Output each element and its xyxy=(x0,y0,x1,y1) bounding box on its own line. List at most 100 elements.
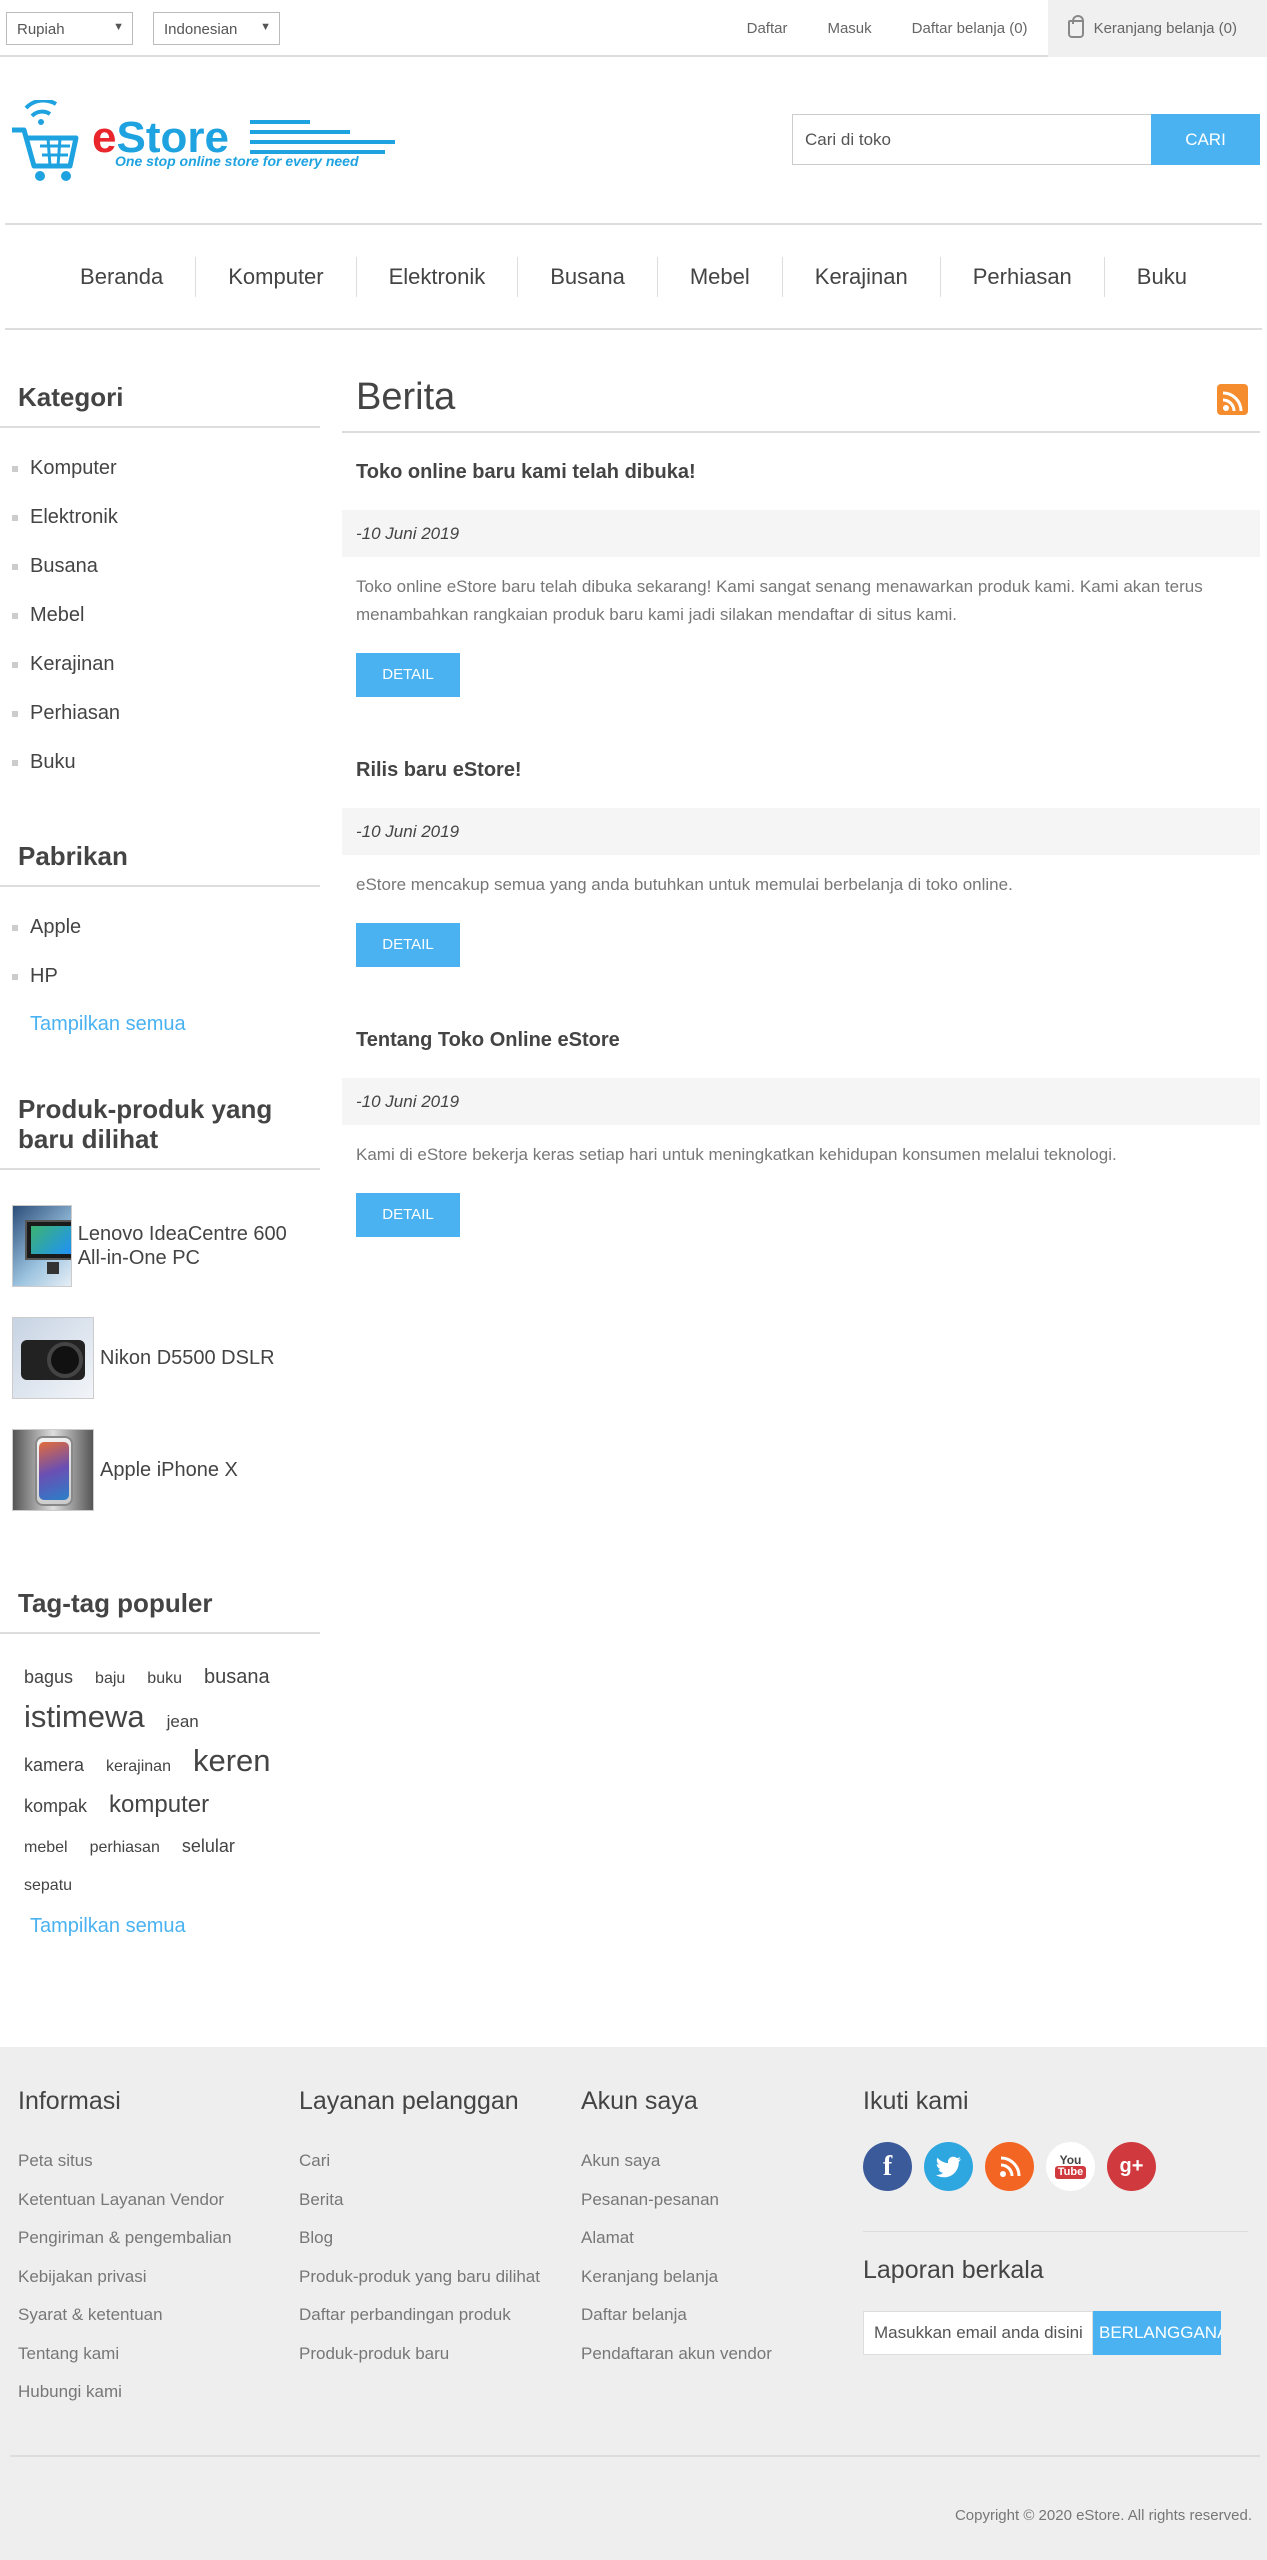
manufacturers-list: Apple HP xyxy=(0,887,320,1001)
search-input[interactable] xyxy=(792,114,1151,165)
tag-item[interactable]: kerajinan xyxy=(106,1748,171,1786)
newsletter-section: Laporan berkala BERLANGGANAN xyxy=(863,2231,1248,2355)
page-title-text: Berita xyxy=(356,376,456,418)
tag-item[interactable]: komputer xyxy=(109,1786,209,1824)
main-content: Berita Toko online baru kami telah dibuk… xyxy=(342,370,1260,1237)
menu-item-kerajinan[interactable]: Kerajinan xyxy=(781,256,940,297)
rss-icon[interactable] xyxy=(1217,384,1248,415)
news-detail-button[interactable]: DETAIL xyxy=(356,653,460,697)
footer-link[interactable]: Cari xyxy=(299,2142,540,2181)
menu-item-buku[interactable]: Buku xyxy=(1103,256,1219,297)
login-link[interactable]: Masuk xyxy=(827,20,871,37)
recently-viewed-title: Produk-produk yang baru dilihat xyxy=(0,1082,320,1170)
search-box: CARI xyxy=(792,114,1260,165)
footer-link[interactable]: Daftar belanja xyxy=(581,2296,772,2335)
footer-link[interactable]: Pesanan-pesanan xyxy=(581,2181,772,2220)
category-item[interactable]: Komputer xyxy=(0,444,320,493)
tag-item[interactable]: buku xyxy=(147,1660,182,1698)
footer-link[interactable]: Syarat & ketentuan xyxy=(18,2296,232,2335)
news-item: Toko online baru kami telah dibuka! -10 … xyxy=(342,461,1260,697)
shopping-cart-link[interactable]: Keranjang belanja (0) xyxy=(1047,0,1267,57)
menu-item-beranda[interactable]: Beranda xyxy=(48,257,195,297)
news-title[interactable]: Toko online baru kami telah dibuka! xyxy=(342,461,1260,484)
footer-link[interactable]: Akun saya xyxy=(581,2142,772,2181)
language-selector[interactable]: Indonesian ▼ xyxy=(153,12,280,45)
menu-item-perhiasan[interactable]: Perhiasan xyxy=(939,256,1104,297)
category-item[interactable]: Kerajinan xyxy=(0,640,320,689)
footer-link[interactable]: Pendaftaran akun vendor xyxy=(581,2335,772,2374)
category-item[interactable]: Elektronik xyxy=(0,493,320,542)
tag-item[interactable]: kamera xyxy=(24,1746,84,1784)
news-detail-button[interactable]: DETAIL xyxy=(356,923,460,967)
subscribe-button[interactable]: BERLANGGANAN xyxy=(1093,2311,1221,2355)
footer-link[interactable]: Pengiriman & pengembalian xyxy=(18,2219,232,2258)
twitter-icon[interactable] xyxy=(924,2142,973,2191)
product-name[interactable]: Nikon D5500 DSLR xyxy=(100,1346,275,1370)
tag-item[interactable]: jean xyxy=(167,1703,199,1741)
page-title: Berita xyxy=(342,370,1260,433)
footer-service-column: Layanan pelanggan Cari Berita Blog Produ… xyxy=(299,2087,540,2373)
shopping-bag-icon xyxy=(1067,14,1084,38)
product-thumbnail[interactable] xyxy=(12,1205,72,1287)
product-thumbnail[interactable] xyxy=(12,1317,94,1399)
footer-info-title: Informasi xyxy=(18,2087,121,2115)
search-button[interactable]: CARI xyxy=(1151,114,1260,165)
product-name[interactable]: Lenovo IdeaCentre 600 All-in-One PC xyxy=(78,1222,320,1270)
footer-account-column: Akun saya Akun saya Pesanan-pesanan Alam… xyxy=(581,2087,772,2373)
footer-link[interactable]: Keranjang belanja xyxy=(581,2258,772,2297)
social-icons: f You Tube g+ xyxy=(863,2142,1248,2191)
menu-item-mebel[interactable]: Mebel xyxy=(656,256,782,297)
news-detail-button[interactable]: DETAIL xyxy=(356,1193,460,1237)
youtube-icon[interactable]: You Tube xyxy=(1046,2142,1095,2191)
category-item[interactable]: Perhiasan xyxy=(0,689,320,738)
menu-item-komputer[interactable]: Komputer xyxy=(195,256,355,297)
manufacturers-show-all-link[interactable]: Tampilkan semua xyxy=(0,1001,320,1036)
tag-item[interactable]: busana xyxy=(204,1658,270,1696)
footer-link[interactable]: Berita xyxy=(299,2181,540,2220)
footer-link[interactable]: Ketentuan Layanan Vendor xyxy=(18,2181,232,2220)
manufacturer-item[interactable]: HP xyxy=(0,952,320,1001)
facebook-icon[interactable]: f xyxy=(863,2142,912,2191)
register-link[interactable]: Daftar xyxy=(747,20,788,37)
category-item[interactable]: Mebel xyxy=(0,591,320,640)
menu-item-elektronik[interactable]: Elektronik xyxy=(355,256,518,297)
tags-show-all-link[interactable]: Tampilkan semua xyxy=(0,1905,320,1938)
menu-item-busana[interactable]: Busana xyxy=(517,256,657,297)
news-title[interactable]: Rilis baru eStore! xyxy=(342,759,1260,782)
currency-value: Rupiah xyxy=(17,21,65,38)
manufacturer-item[interactable]: Apple xyxy=(0,903,320,952)
footer-link[interactable]: Alamat xyxy=(581,2219,772,2258)
footer-link[interactable]: Tentang kami xyxy=(18,2335,232,2374)
news-title[interactable]: Tentang Toko Online eStore xyxy=(342,1029,1260,1052)
category-item[interactable]: Buku xyxy=(0,738,320,787)
product-name[interactable]: Apple iPhone X xyxy=(100,1458,238,1482)
wishlist-link[interactable]: Daftar belanja (0) xyxy=(912,20,1028,37)
footer-link[interactable]: Hubungi kami xyxy=(18,2373,232,2412)
footer-link[interactable]: Daftar perbandingan produk xyxy=(299,2296,540,2335)
newsletter-email-input[interactable] xyxy=(863,2311,1093,2355)
tag-item[interactable]: sepatu xyxy=(24,1867,72,1905)
tag-item[interactable]: perhiasan xyxy=(90,1829,160,1867)
tag-item[interactable]: istimewa xyxy=(24,1698,145,1736)
footer-link[interactable]: Blog xyxy=(299,2219,540,2258)
tag-item[interactable]: selular xyxy=(182,1827,235,1865)
tag-item[interactable]: keren xyxy=(193,1742,271,1780)
tag-item[interactable]: baju xyxy=(95,1660,125,1698)
cart-label: Keranjang belanja (0) xyxy=(1093,20,1237,37)
recent-product-item[interactable]: Lenovo IdeaCentre 600 All-in-One PC xyxy=(0,1190,320,1302)
google-plus-icon[interactable]: g+ xyxy=(1107,2142,1156,2191)
recent-product-item[interactable]: Nikon D5500 DSLR xyxy=(0,1302,320,1414)
rss-icon[interactable] xyxy=(985,2142,1034,2191)
category-item[interactable]: Busana xyxy=(0,542,320,591)
product-thumbnail[interactable] xyxy=(12,1429,94,1511)
footer-link[interactable]: Kebijakan privasi xyxy=(18,2258,232,2297)
store-logo[interactable]: eStore One stop online store for every n… xyxy=(10,98,400,185)
tag-item[interactable]: mebel xyxy=(24,1829,68,1867)
footer-link[interactable]: Produk-produk baru xyxy=(299,2335,540,2374)
recent-product-item[interactable]: Apple iPhone X xyxy=(0,1414,320,1526)
currency-selector[interactable]: Rupiah ▼ xyxy=(6,12,133,45)
tag-item[interactable]: kompak xyxy=(24,1787,87,1825)
footer-link[interactable]: Produk-produk yang baru dilihat xyxy=(299,2258,540,2297)
tag-item[interactable]: bagus xyxy=(24,1658,73,1696)
footer-link[interactable]: Peta situs xyxy=(18,2142,232,2181)
